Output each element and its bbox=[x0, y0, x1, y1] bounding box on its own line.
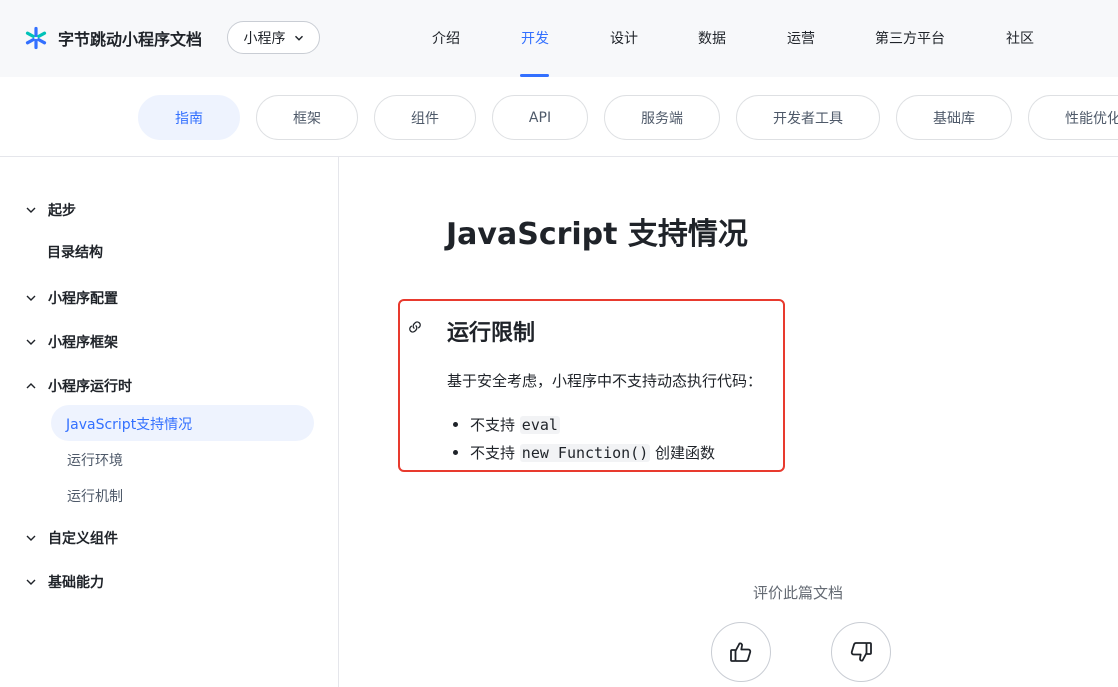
nav-item-community[interactable]: 社区 bbox=[1006, 28, 1034, 48]
sidebar-item-js-support[interactable]: JavaScript支持情况 bbox=[66, 414, 192, 434]
sidebar-item-label: 小程序运行时 bbox=[48, 379, 132, 395]
nav-item-data[interactable]: 数据 bbox=[698, 28, 726, 48]
code-eval: eval bbox=[519, 416, 560, 434]
logo[interactable]: 字节跳动小程序文档 bbox=[24, 24, 202, 52]
sidebar-item-label: 小程序框架 bbox=[48, 335, 118, 351]
sidebar-item-framework[interactable]: 小程序框架 bbox=[0, 330, 339, 354]
main-content: JavaScript 支持情况 运行限制 基于安全考虑，小程序中不支持动态执行代… bbox=[340, 157, 1118, 687]
list-item: 不支持 eval bbox=[470, 414, 560, 435]
list-item-prefix: 不支持 bbox=[470, 416, 516, 434]
chevron-down-icon bbox=[26, 339, 36, 345]
chevron-down-icon bbox=[26, 535, 36, 541]
subnav-server[interactable]: 服务端 bbox=[604, 95, 720, 140]
sidebar-item-runtime[interactable]: 小程序运行时 bbox=[0, 374, 339, 398]
sidebar-item-label: 基础能力 bbox=[48, 575, 104, 591]
thumbs-down-icon bbox=[850, 642, 872, 662]
sidebar-item-label: 自定义组件 bbox=[48, 531, 118, 547]
code-new-function: new Function() bbox=[519, 444, 651, 462]
subnav-guide[interactable]: 指南 bbox=[138, 95, 240, 140]
sub-navigation: 指南 框架 组件 API 服务端 开发者工具 基础库 性能优化 bbox=[0, 77, 1118, 157]
thumbs-up-icon bbox=[730, 642, 752, 662]
sidebar-item-directory[interactable]: 目录结构 bbox=[0, 240, 339, 264]
nav-item-design[interactable]: 设计 bbox=[610, 28, 638, 48]
bullet-dot bbox=[453, 450, 458, 455]
subnav-components[interactable]: 组件 bbox=[374, 95, 476, 140]
subnav-api[interactable]: API bbox=[492, 95, 588, 140]
feedback-label: 评价此篇文档 bbox=[753, 584, 844, 602]
chevron-down-icon bbox=[26, 295, 36, 301]
sidebar-item-getting-started[interactable]: 起步 bbox=[0, 198, 339, 222]
product-select[interactable]: 小程序 bbox=[227, 21, 320, 54]
sidebar-item-custom-components[interactable]: 自定义组件 bbox=[0, 526, 339, 550]
nav-item-intro[interactable]: 介绍 bbox=[432, 28, 460, 48]
product-select-value: 小程序 bbox=[243, 30, 286, 47]
subnav-performance[interactable]: 性能优化 bbox=[1028, 95, 1118, 140]
subnav-dev-tools[interactable]: 开发者工具 bbox=[736, 95, 880, 140]
chevron-down-icon bbox=[294, 35, 303, 41]
page-title: JavaScript 支持情况 bbox=[446, 217, 748, 252]
subnav-base-library[interactable]: 基础库 bbox=[896, 95, 1012, 140]
nav-item-develop[interactable]: 开发 bbox=[521, 28, 549, 48]
chevron-up-icon bbox=[26, 383, 36, 389]
nav-item-operation[interactable]: 运营 bbox=[787, 28, 815, 48]
section-title: 运行限制 bbox=[447, 321, 536, 346]
sidebar-item-label: 目录结构 bbox=[47, 245, 103, 261]
sidebar-item-runtime-env[interactable]: 运行环境 bbox=[67, 450, 123, 470]
bytedance-star-icon bbox=[25, 26, 47, 50]
nav-item-third-party[interactable]: 第三方平台 bbox=[875, 28, 945, 48]
list-item: 不支持 new Function() 创建函数 bbox=[470, 442, 715, 463]
bullet-dot bbox=[453, 422, 458, 427]
list-item-prefix: 不支持 bbox=[470, 444, 516, 462]
sidebar: 起步 目录结构 小程序配置 小程序框架 小程序运行时 JavaScript支持情… bbox=[0, 157, 339, 687]
subnav-framework[interactable]: 框架 bbox=[256, 95, 358, 140]
chevron-down-icon bbox=[26, 579, 36, 585]
like-button[interactable] bbox=[711, 622, 771, 682]
dislike-button[interactable] bbox=[831, 622, 891, 682]
sidebar-item-basic-abilities[interactable]: 基础能力 bbox=[0, 570, 339, 594]
chevron-down-icon bbox=[26, 207, 36, 213]
logo-text: 字节跳动小程序文档 bbox=[58, 30, 203, 49]
list-item-suffix: 创建函数 bbox=[655, 444, 716, 462]
sidebar-item-config[interactable]: 小程序配置 bbox=[0, 286, 339, 310]
link-icon[interactable] bbox=[407, 319, 423, 335]
sidebar-item-label: 起步 bbox=[48, 203, 76, 219]
section-description: 基于安全考虑，小程序中不支持动态执行代码： bbox=[447, 372, 763, 390]
sidebar-item-runtime-mechanism[interactable]: 运行机制 bbox=[67, 486, 123, 506]
top-navigation-bar: 字节跳动小程序文档 小程序 介绍 开发 设计 数据 运营 第三方平台 社区 bbox=[0, 0, 1118, 77]
sidebar-item-label: 小程序配置 bbox=[48, 291, 118, 307]
